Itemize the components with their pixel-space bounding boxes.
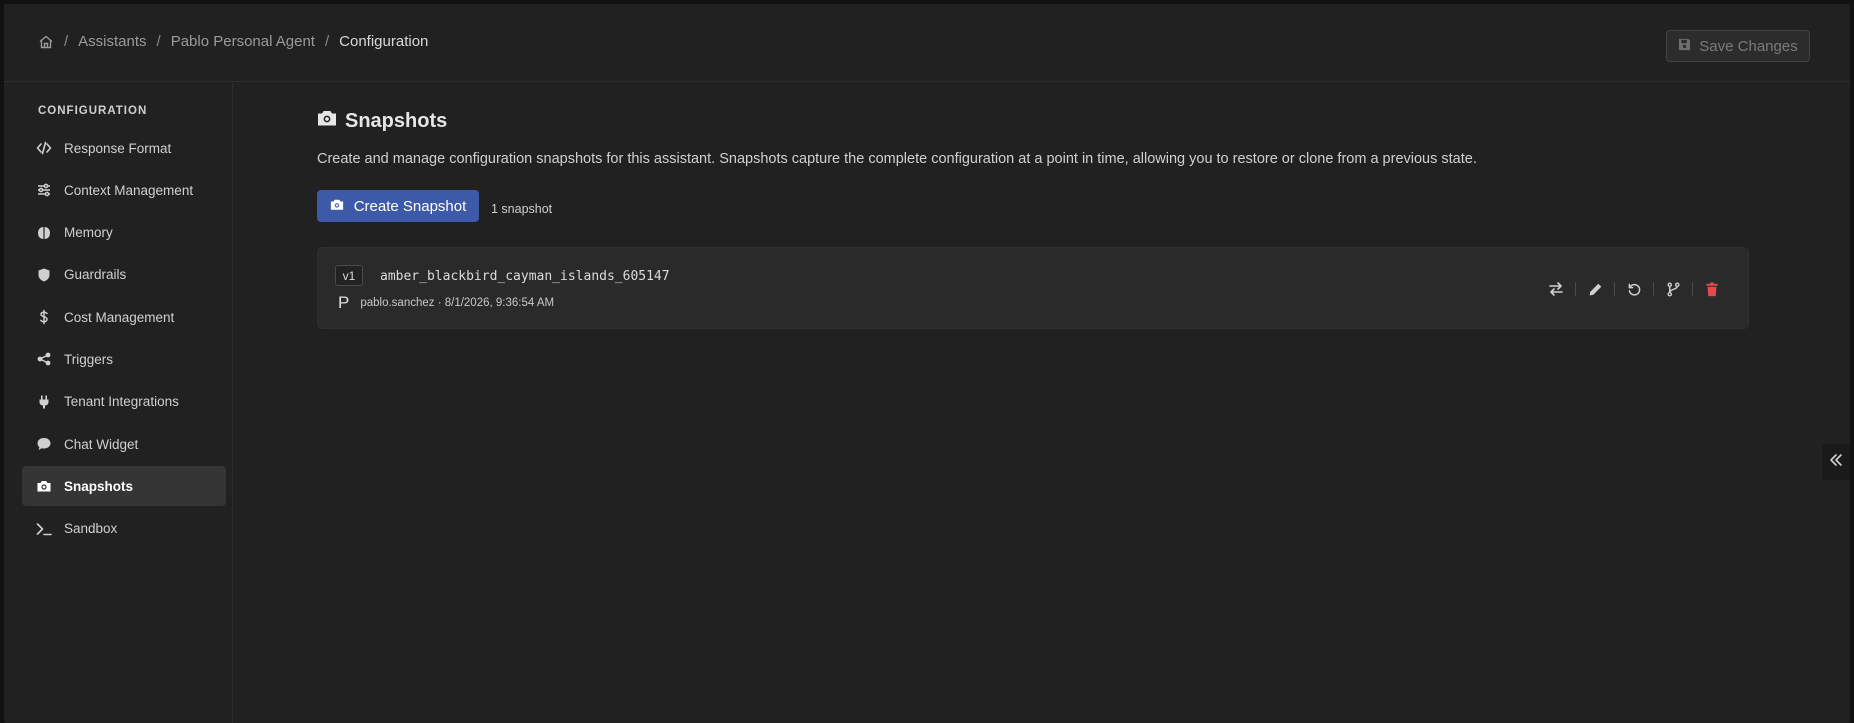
sidebar-item-response-format[interactable]: Response Format [22,128,226,168]
action-divider [1692,282,1693,296]
action-divider [1575,282,1576,296]
sidebar-item-label: Memory [64,225,113,241]
sidebar-title: CONFIGURATION [38,105,148,117]
home-icon[interactable] [38,34,54,50]
create-snapshot-label: Create Snapshot [353,197,467,215]
snapshot-meta: pablo.sanchez · 8/1/2026, 9:36:54 AM [360,297,555,309]
sidebar-item-cost-management[interactable]: Cost Management [22,297,226,337]
sidebar-item-memory[interactable]: Memory [22,213,226,253]
sliders-icon [36,182,52,198]
sidebar-item-snapshots[interactable]: Snapshots [22,466,226,507]
sidebar-item-label: Snapshots [64,478,134,494]
delete-icon[interactable] [1702,279,1722,299]
sidebar-item-label: Chat Widget [64,436,139,452]
sidebar-item-triggers[interactable]: Triggers [22,339,226,379]
chat-icon [36,436,52,452]
sidebar-item-label: Response Format [64,140,172,156]
save-icon [1678,38,1691,55]
sidebar-item-label: Context Management [64,182,194,198]
sidebar-item-guardrails[interactable]: Guardrails [22,255,226,295]
breadcrumb-assistants[interactable]: Assistants [78,33,146,50]
create-snapshot-button[interactable]: Create Snapshot [317,190,479,222]
shield-icon [36,267,52,283]
dollar-icon [36,309,52,325]
sidebar-item-chat-widget[interactable]: Chat Widget [22,424,226,464]
edit-icon[interactable] [1585,279,1605,299]
sidebar-item-sandbox[interactable]: Sandbox [22,509,226,549]
camera-icon [317,109,337,133]
chevrons-left-icon [1829,453,1843,472]
collapse-panel-button[interactable] [1822,444,1850,480]
breadcrumb: / Assistants / Pablo Personal Agent / Co… [38,33,428,50]
camera-icon [36,478,52,494]
snapshot-count: 1 snapshot [491,202,553,216]
clone-branch-icon[interactable] [1663,279,1683,299]
breadcrumb-current: Configuration [339,33,429,50]
sidebar-item-context-management[interactable]: Context Management [22,170,226,210]
breadcrumb-agent[interactable]: Pablo Personal Agent [171,33,315,50]
app-frame: / Assistants / Pablo Personal Agent / Co… [4,4,1850,723]
save-changes-label: Save Changes [1699,37,1798,55]
share-icon [36,351,52,367]
action-divider [1614,282,1615,296]
sidebar-item-label: Triggers [64,351,114,367]
brain-icon [36,225,52,241]
breadcrumb-separator: / [64,33,69,50]
sidebar-item-label: Cost Management [64,309,175,325]
camera-icon [330,198,344,215]
page-description: Create and manage configuration snapshot… [317,151,1477,167]
snapshot-author-row: P pablo.sanchez · 8/1/2026, 9:36:54 AM [338,293,554,313]
version-badge: v1 [335,265,363,286]
page-title-text: Snapshots [345,109,448,132]
sidebar: CONFIGURATION Response Format Context Ma… [18,83,233,723]
snapshot-actions [1546,279,1722,299]
sidebar-item-label: Guardrails [64,267,127,283]
snapshot-name: amber_blackbird_cayman_islands_605147 [380,269,670,284]
plug-icon [36,394,52,410]
breadcrumb-separator: / [324,33,330,50]
snapshot-card: v1 amber_blackbird_cayman_islands_605147… [317,247,1749,329]
sidebar-item-label: Tenant Integrations [64,394,179,410]
header: / Assistants / Pablo Personal Agent / Co… [4,4,1850,82]
sidebar-item-label: Sandbox [64,521,118,537]
avatar: P [338,293,350,312]
code-icon [36,140,52,156]
sidebar-item-tenant-integrations[interactable]: Tenant Integrations [22,382,226,422]
compare-icon[interactable] [1546,279,1566,299]
terminal-icon [36,521,52,537]
save-changes-button[interactable]: Save Changes [1666,30,1810,62]
page-title: Snapshots [317,109,447,133]
sidebar-nav: Response Format Context Management Memor… [22,128,226,551]
action-divider [1653,282,1654,296]
restore-icon[interactable] [1624,279,1644,299]
breadcrumb-separator: / [156,33,161,50]
